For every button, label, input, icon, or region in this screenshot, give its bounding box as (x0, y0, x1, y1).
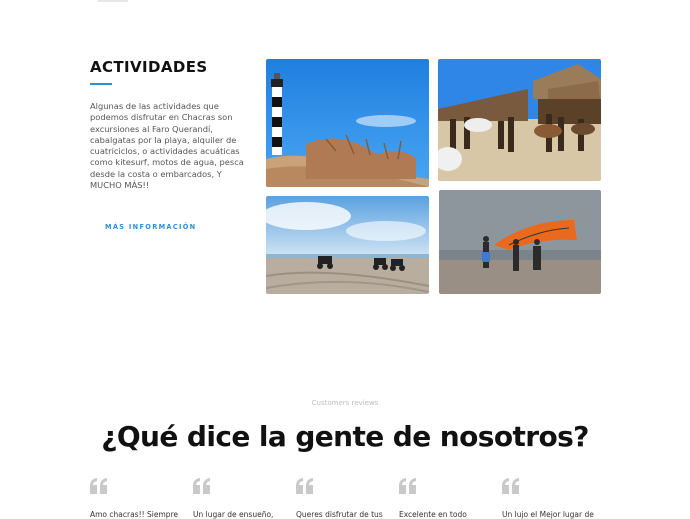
title-underline (90, 83, 112, 85)
quote-icon (399, 478, 416, 494)
quote-icon (90, 478, 107, 494)
quote-icon (193, 478, 210, 494)
review-card: Un lujo el Mejor lugar de (502, 478, 594, 519)
quote-icon (296, 478, 313, 494)
top-divider (98, 0, 128, 2)
photo-lighthouse[interactable] (266, 59, 429, 187)
photo-kite[interactable] (439, 190, 601, 294)
review-card: Amo chacras!! Siempre (90, 478, 178, 519)
quote-icon (502, 478, 519, 494)
photo-horses[interactable] (438, 59, 601, 181)
review-card: Queres disfrutar de tus (296, 478, 384, 519)
more-info-link[interactable]: MÁS INFORMACIÓN (105, 223, 196, 231)
reviews-title: ¿Qué dice la gente de nosotros? (101, 420, 589, 453)
activities-description: Algunas de las actividades que podemos d… (90, 101, 244, 191)
photo-quads[interactable] (266, 196, 429, 294)
reviews-kicker: Customers reviews (311, 399, 379, 407)
review-card: Excelente en todo (399, 478, 487, 519)
review-card: Un lugar de ensueño, (193, 478, 281, 519)
activities-title: ACTIVIDADES (90, 58, 208, 76)
